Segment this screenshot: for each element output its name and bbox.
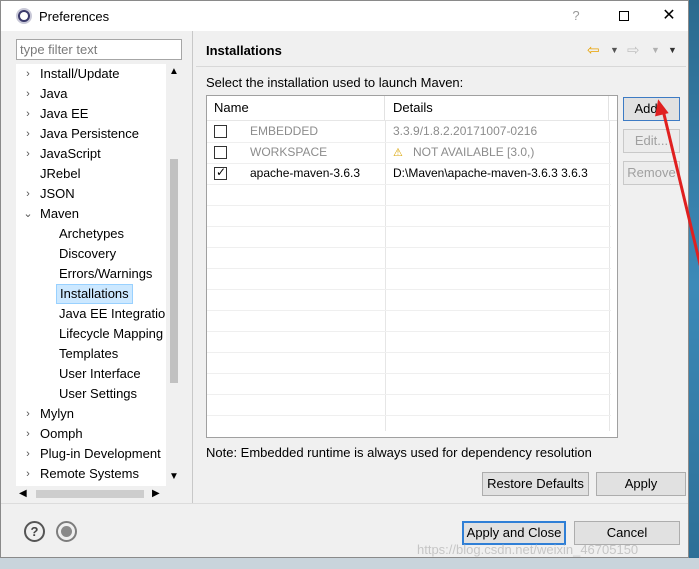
installation-details-text: NOT AVAILABLE [3.0,) <box>413 145 535 159</box>
installation-details: D:\Maven\apache-maven-3.6.3 3.6.3 <box>393 166 588 180</box>
row-divider <box>207 310 611 311</box>
installation-details: 3.3.9/1.8.2.20171007-0216 <box>393 124 538 138</box>
watermark: https://blog.csdn.net/weixin_46705150 <box>417 542 639 557</box>
remove-button[interactable]: Remove <box>623 161 680 185</box>
tree-item-label: Java EE Integration <box>59 306 173 321</box>
scroll-up-icon[interactable]: ▲ <box>166 66 182 77</box>
installation-details: ⚠ NOT AVAILABLE [3.0,) <box>393 142 534 164</box>
note-label: Note: Embedded runtime is always used fo… <box>206 445 592 460</box>
panel-divider[interactable] <box>192 31 193 503</box>
help-icon[interactable]: ? <box>24 521 45 542</box>
tree-item-label: Oomph <box>40 426 83 441</box>
tree-item-label: Installations <box>56 284 133 304</box>
close-button[interactable]: ✕ <box>646 1 692 31</box>
installation-name: apache-maven-3.6.3 <box>250 166 361 180</box>
chevron-right-icon[interactable]: › <box>22 144 34 164</box>
desktop-background <box>689 0 699 569</box>
page-title: Installations <box>206 43 282 58</box>
tree-item-label: Java EE <box>40 106 89 121</box>
row-divider <box>207 247 611 248</box>
description-label: Select the installation used to launch M… <box>206 75 464 90</box>
installation-name: WORKSPACE <box>250 145 328 159</box>
row-divider <box>207 415 611 416</box>
tree-item-label: User Interface <box>59 366 141 381</box>
tree-item-label: Errors/Warnings <box>59 266 153 281</box>
tree-horizontal-scrollbar[interactable]: ◀ ▶ <box>16 486 166 502</box>
tree-item-label: Java Persistence <box>40 126 139 141</box>
footer-divider <box>1 503 688 504</box>
tree-item-label: Install/Update <box>40 66 120 81</box>
restore-defaults-button[interactable]: Restore Defaults <box>482 472 589 496</box>
tree-item-label: Java <box>40 86 68 101</box>
apply-button[interactable]: Apply <box>596 472 686 496</box>
row-divider <box>207 289 611 290</box>
installations-table: Name Details EMBEDDED 3.3.9/1.8.2.201710… <box>206 95 618 438</box>
tree-item-label: Plug-in Development <box>40 446 161 461</box>
column-header-name[interactable]: Name <box>207 96 385 120</box>
scroll-thumb[interactable] <box>170 159 178 383</box>
arrow-left-icon[interactable]: ⇦ <box>587 41 600 59</box>
table-row[interactable]: WORKSPACE ⚠ NOT AVAILABLE [3.0,) <box>207 142 611 163</box>
tree-item-label: User Settings <box>59 386 138 401</box>
record-macro-icon[interactable] <box>56 521 77 542</box>
scroll-right-icon[interactable]: ▶ <box>152 486 160 502</box>
chevron-down-icon[interactable]: ▼ <box>651 45 660 55</box>
scroll-left-icon[interactable]: ◀ <box>19 486 27 502</box>
chevron-right-icon[interactable]: › <box>22 184 34 204</box>
chevron-right-icon[interactable]: › <box>22 464 34 484</box>
chevron-right-icon[interactable]: › <box>22 64 34 84</box>
tree-vertical-scrollbar[interactable]: ▲ ▼ <box>166 64 182 486</box>
tree-item-label: Templates <box>59 346 119 361</box>
header-divider <box>196 66 686 67</box>
chevron-right-icon[interactable]: › <box>22 104 34 124</box>
row-divider <box>207 331 611 332</box>
row-divider <box>207 226 611 227</box>
tree-item-label: Lifecycle Mapping <box>59 326 164 341</box>
tree-item-label: JRebel <box>40 166 81 181</box>
maximize-icon <box>619 11 629 22</box>
help-title-button[interactable]: ? <box>551 1 601 31</box>
scroll-thumb[interactable] <box>36 490 144 498</box>
chevron-down-icon[interactable]: ⌄ <box>22 204 34 224</box>
tree-item-label: Maven <box>40 206 80 221</box>
eclipse-icon <box>16 8 32 24</box>
row-divider <box>207 352 611 353</box>
preferences-window: Preferences ? ✕ type filter text › Insta… <box>0 0 689 558</box>
view-menu-icon[interactable]: ▼ <box>668 45 677 55</box>
title-bar: Preferences ? ✕ <box>1 1 688 31</box>
installation-name: EMBEDDED <box>250 124 319 138</box>
row-divider <box>207 184 611 185</box>
row-divider <box>207 205 611 206</box>
window-title: Preferences <box>39 9 110 24</box>
checkbox[interactable] <box>214 146 227 159</box>
scroll-down-icon[interactable]: ▼ <box>166 471 182 482</box>
chevron-right-icon[interactable]: › <box>22 124 34 144</box>
chevron-down-icon[interactable]: ▼ <box>610 45 619 55</box>
maximize-button[interactable] <box>601 1 647 31</box>
chevron-right-icon[interactable]: › <box>22 84 34 104</box>
preference-tree: › Install/Update › Java › Java EE › Java… <box>16 64 182 486</box>
chevron-right-icon[interactable]: › <box>22 404 34 424</box>
tree-item-label: JavaScript <box>40 146 101 161</box>
table-row[interactable]: EMBEDDED 3.3.9/1.8.2.20171007-0216 <box>207 121 611 142</box>
chevron-right-icon[interactable]: › <box>22 444 34 464</box>
warning-icon: ⚠ <box>393 147 403 159</box>
desktop-taskbar <box>0 558 699 569</box>
row-divider <box>207 373 611 374</box>
checkbox[interactable] <box>214 125 227 138</box>
row-divider <box>207 268 611 269</box>
filter-input[interactable]: type filter text <box>16 39 182 60</box>
column-header-details[interactable]: Details <box>386 96 609 120</box>
tree-item-label: Archetypes <box>59 226 125 241</box>
chevron-right-icon[interactable]: › <box>22 424 34 444</box>
tree-item-label: Mylyn <box>40 406 74 421</box>
tree-item-label: Remote Systems <box>40 466 139 481</box>
tree-item-label: JSON <box>40 186 75 201</box>
arrow-right-icon[interactable]: ⇨ <box>627 41 640 59</box>
tree-item-label: Discovery <box>59 246 117 261</box>
row-divider <box>207 394 611 395</box>
checkbox-checked[interactable] <box>214 165 227 180</box>
table-row[interactable]: apache-maven-3.6.3 D:\Maven\apache-maven… <box>207 163 611 184</box>
